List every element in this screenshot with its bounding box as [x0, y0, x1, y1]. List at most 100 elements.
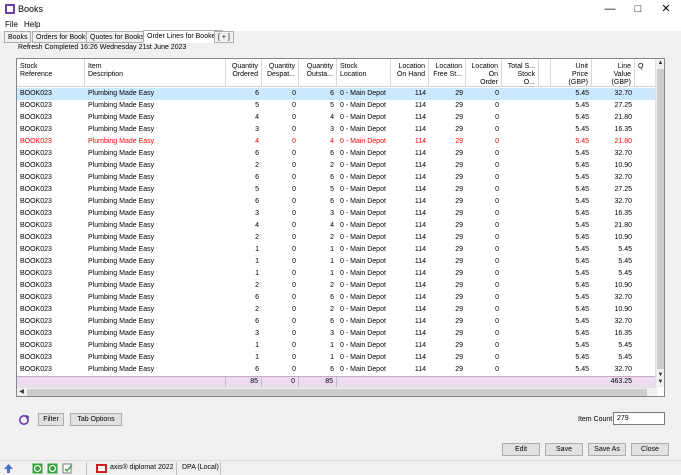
table-cell: 5.45	[575, 126, 589, 133]
save-as-button[interactable]: Save As	[588, 443, 626, 456]
close-button[interactable]: Close	[631, 443, 669, 456]
table-row[interactable]: BOOK023 Plumbing Made Easy 6 0 6 0 - Main Dep…	[17, 364, 657, 376]
col-location-on-order-header[interactable]: Location On Order	[466, 59, 502, 87]
table-row[interactable]: BOOK023 Plumbing Made Easy 1 0 1 0 - Main Dep…	[17, 256, 657, 268]
table-row[interactable]: BOOK023 Plumbing Made Easy 6 0 6 0 - Main Dep…	[17, 172, 657, 184]
table-cell: 5.45	[575, 354, 589, 361]
col-unit-price-header[interactable]: Unit Price (GBP)	[551, 59, 592, 87]
dpa-status: DPA (Local)	[182, 464, 219, 471]
tab-books[interactable]: Books	[4, 31, 32, 43]
table-cell: 0 - Main Depot	[340, 102, 386, 109]
table-cell: 0	[292, 114, 296, 121]
table-cell	[502, 317, 539, 328]
table-row[interactable]: BOOK023 Plumbing Made Easy 5 0 5 0 - Main Dep…	[17, 184, 657, 196]
table-row[interactable]: BOOK023 Plumbing Made Easy 6 0 6 0 - Main Dep…	[17, 196, 657, 208]
table-cell: 5.45	[618, 342, 632, 349]
vertical-scroll-thumb[interactable]	[657, 69, 664, 369]
table-cell: 114	[414, 366, 426, 373]
table-row[interactable]: BOOK023 Plumbing Made Easy 2 0 2 0 - Main Dep…	[17, 280, 657, 292]
save-button[interactable]: Save	[545, 443, 583, 456]
maximize-button[interactable]: □	[624, 0, 652, 18]
col-unit-price-header-l1: Unit	[575, 63, 588, 70]
table-row[interactable]: BOOK023 Plumbing Made Easy 3 0 3 0 - Main Dep…	[17, 328, 657, 340]
col-location-on-hand-header[interactable]: Location On Hand	[391, 59, 429, 87]
vertical-scrollbar[interactable]: ▲ ▼ ▼	[655, 59, 664, 387]
tab-add[interactable]: [ + ]	[214, 31, 234, 43]
table-row[interactable]: BOOK023 Plumbing Made Easy 4 0 4 0 - Main Dep…	[17, 112, 657, 124]
tab-orders-for-books[interactable]: Orders for Books	[32, 31, 93, 43]
minimize-button[interactable]: —	[596, 0, 624, 18]
menu-file[interactable]: File	[5, 20, 18, 29]
table-cell: 0	[495, 330, 499, 337]
close-window-button[interactable]: ✕	[652, 0, 680, 18]
table-cell: Plumbing Made Easy	[88, 114, 155, 121]
table-cell: 3	[255, 210, 259, 217]
table-cell: BOOK023	[20, 306, 52, 313]
table-cell: 114	[414, 150, 426, 157]
col-quantity-outstanding-header[interactable]: Quantity Outsta...	[299, 59, 337, 87]
table-row[interactable]: BOOK023 Plumbing Made Easy 3 0 3 0 - Main Dep…	[17, 208, 657, 220]
table-cell: 1	[330, 258, 334, 265]
scroll-down-icon[interactable]: ▼	[656, 378, 664, 387]
table-row[interactable]: BOOK023 Plumbing Made Easy 6 0 6 0 - Main Dep…	[17, 88, 657, 100]
col-spacer-header[interactable]	[539, 59, 551, 87]
table-row[interactable]: BOOK023 Plumbing Made Easy 6 0 6 0 - Main Dep…	[17, 316, 657, 328]
table-row[interactable]: BOOK023 Plumbing Made Easy 1 0 1 0 - Main Dep…	[17, 268, 657, 280]
checklist-icon[interactable]	[62, 463, 73, 474]
tab-options-button[interactable]: Tab Options	[70, 413, 122, 426]
col-stock-location-header[interactable]: Stock Location	[337, 59, 391, 87]
table-row[interactable]: BOOK023 Plumbing Made Easy 2 0 2 0 - Main Dep…	[17, 304, 657, 316]
table-cell: 0	[292, 330, 296, 337]
col-location-free-stock-header[interactable]: Location Free St...	[429, 59, 466, 87]
table-cell: 0	[495, 114, 499, 121]
horizontal-scroll-thumb[interactable]	[27, 389, 647, 396]
col-quantity-ordered-header[interactable]: Quantity Ordered	[226, 59, 262, 87]
table-row[interactable]: BOOK023 Plumbing Made Easy 1 0 1 0 - Main Dep…	[17, 340, 657, 352]
col-q-header[interactable]: Q	[635, 59, 657, 87]
menu-help[interactable]: Help	[24, 20, 40, 29]
table-row[interactable]: BOOK023 Plumbing Made Easy 4 0 4 0 - Main Dep…	[17, 136, 657, 148]
table-cell: 0	[292, 342, 296, 349]
table-cell: 29	[455, 126, 463, 133]
table-row[interactable]: BOOK023 Plumbing Made Easy 6 0 6 0 - Main Dep…	[17, 292, 657, 304]
refresh-icon[interactable]	[18, 414, 30, 426]
table-cell: 32.70	[614, 294, 632, 301]
scroll-up-icon[interactable]: ▲	[656, 59, 664, 68]
table-row[interactable]: BOOK023 Plumbing Made Easy 2 0 2 0 - Main Dep…	[17, 160, 657, 172]
table-cell	[502, 341, 539, 352]
table-cell: 29	[455, 162, 463, 169]
tab-quotes-for-books[interactable]: Quotes for Books	[86, 31, 149, 43]
col-item-description-header[interactable]: Item Description	[85, 59, 226, 87]
col-quantity-despatched-header[interactable]: Quantity Despat...	[262, 59, 299, 87]
col-total-stock-on-order-header-l1: Total S...	[507, 63, 535, 70]
table-cell: 2	[255, 282, 259, 289]
table-row[interactable]: BOOK023 Plumbing Made Easy 3 0 3 0 - Main Dep…	[17, 124, 657, 136]
col-total-stock-on-order-header[interactable]: Total S... Stock O...	[502, 59, 539, 87]
table-cell: 6	[255, 366, 259, 373]
table-row[interactable]: BOOK023 Plumbing Made Easy 1 0 1 0 - Main Dep…	[17, 352, 657, 364]
col-stock-reference-header[interactable]: Stock Reference	[17, 59, 85, 87]
table-row[interactable]: BOOK023 Plumbing Made Easy 6 0 6 0 - Main Dep…	[17, 148, 657, 160]
item-count-field[interactable]: 279	[613, 412, 665, 425]
col-quantity-ordered-header-l2: Ordered	[232, 71, 258, 78]
table-row[interactable]: BOOK023 Plumbing Made Easy 2 0 2 0 - Main Dep…	[17, 232, 657, 244]
table-cell: 0	[292, 282, 296, 289]
scroll-left-icon[interactable]: ◀	[17, 388, 26, 396]
horizontal-scrollbar[interactable]: ◀	[17, 387, 657, 396]
table-cell: 29	[455, 306, 463, 313]
table-row[interactable]: BOOK023 Plumbing Made Easy 1 0 1 0 - Main Dep…	[17, 244, 657, 256]
table-cell: 29	[455, 258, 463, 265]
table-cell	[502, 221, 539, 232]
item-count-label: Item Count	[578, 416, 613, 423]
filter-button[interactable]: Filter	[38, 413, 64, 426]
up-arrow-icon[interactable]	[3, 463, 14, 474]
tab-order-lines-for-bookes[interactable]: Order Lines for Bookes	[143, 30, 223, 43]
table-row[interactable]: BOOK023 Plumbing Made Easy 5 0 5 0 - Main Dep…	[17, 100, 657, 112]
refresh-green-icon[interactable]	[32, 463, 43, 474]
table-cell: BOOK023	[20, 198, 52, 205]
col-line-value-header[interactable]: Line Value (GBP)	[592, 59, 635, 87]
table-row[interactable]: BOOK023 Plumbing Made Easy 4 0 4 0 - Main Dep…	[17, 220, 657, 232]
reload-green-icon[interactable]	[47, 463, 58, 474]
edit-button[interactable]: Edit	[502, 443, 540, 456]
table-cell: 0	[495, 150, 499, 157]
